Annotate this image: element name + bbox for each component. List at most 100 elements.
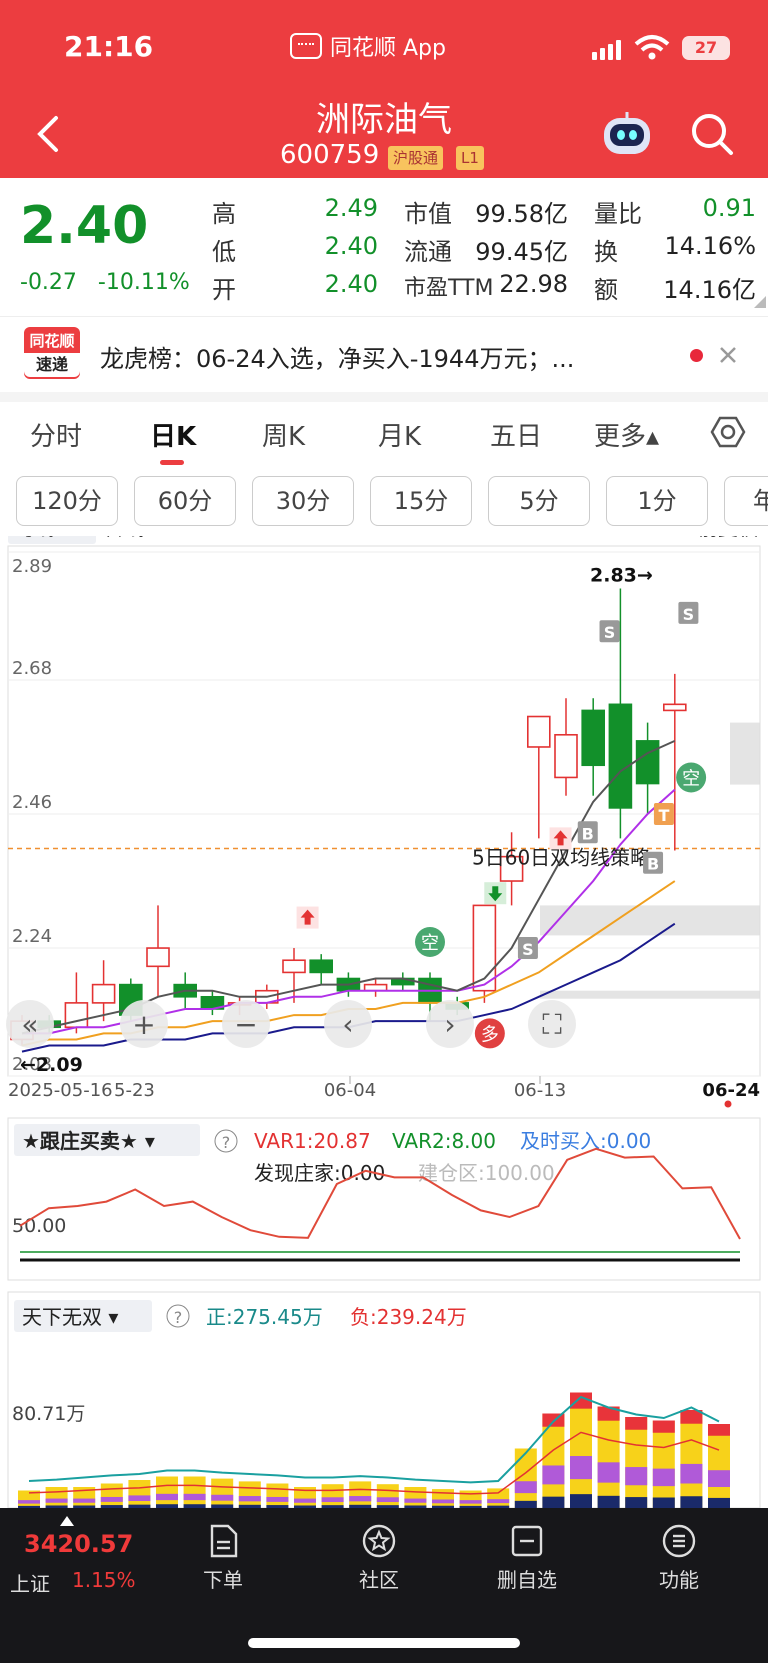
close-icon[interactable] [718, 345, 738, 365]
indicator2-bar [487, 1488, 510, 1508]
indicator1-var2: VAR2:8.00 [392, 1129, 496, 1153]
battery-icon: 27 [682, 36, 730, 60]
candle-body [662, 703, 687, 712]
badge-level: L1 [456, 146, 484, 170]
quote-value-high: 2.49 [324, 194, 378, 222]
indicator1-zone: 建仓区:100.00 [418, 1161, 555, 1185]
nav-order[interactable]: 下单 [178, 1520, 268, 1593]
date-axis-label: 06-24 [702, 1080, 760, 1101]
tab-five-day[interactable]: 五日 [490, 416, 542, 453]
chart-next-button-glyph: › [444, 1008, 455, 1041]
indicator2-bar-segment [432, 1499, 454, 1504]
indicator2-bar-top [708, 1424, 730, 1436]
price-axis-label: 2.24 [12, 926, 52, 947]
indicator2-bar-segment [514, 1481, 537, 1494]
nav-order-label: 下单 [203, 1568, 243, 1592]
tab-daily-k[interactable]: 日K [150, 416, 196, 453]
active-tab-indicator [160, 460, 184, 465]
kline-chart[interactable]: 均线 ▾ 日线 MA5:2.58 10:2.50 20:2.35 30:2.28 前复权 2.… [0, 536, 768, 1508]
price-axis-label: 2.89 [12, 556, 52, 577]
indicator2-bar-base [680, 1496, 703, 1508]
ma5-label: MA5:2.58 [164, 536, 259, 540]
indicator2-bar-segment [100, 1496, 123, 1502]
cellular-signal-icon [592, 40, 621, 60]
price-change: -0.27 -10.11% [20, 270, 190, 295]
tab-more[interactable]: 更多▴ [594, 416, 659, 453]
indicator2-bar-segment [597, 1462, 620, 1483]
period-120m-button[interactable]: 120分 [16, 476, 118, 526]
quote-label-volratio: 量比 [594, 200, 642, 228]
indicator2-bar [680, 1410, 703, 1508]
indicator1-found: 发现庄家:0.00 [254, 1161, 385, 1185]
indicator2-bar-segment [211, 1494, 234, 1501]
candle-body [282, 959, 306, 974]
nav-functions-label: 功能 [659, 1568, 699, 1592]
change-percent: -10.11% [97, 270, 190, 295]
index-percent: 1.15% [72, 1568, 136, 1592]
candle-body [526, 715, 551, 748]
period-year-button[interactable]: 年 [724, 476, 768, 526]
quote-value-low: 2.40 [324, 232, 378, 260]
indicator1-buy: 及时买入:0.00 [520, 1129, 651, 1153]
tab-intraday[interactable]: 分时 [30, 416, 82, 453]
status-app-label: 同花顺 App [330, 36, 446, 61]
indicator2-negative: 负:239.24万 [350, 1305, 467, 1329]
last-price: 2.40 [20, 196, 149, 256]
indicator2-bar [211, 1478, 234, 1508]
quote-value-turnover: 14.16% [664, 232, 756, 260]
indicator2-bar-segment [625, 1467, 648, 1486]
search-icon[interactable] [690, 112, 734, 156]
signal-long: 多 [481, 1024, 499, 1045]
indicator2-bar-base [514, 1500, 537, 1508]
nav-functions[interactable]: 功能 [634, 1520, 724, 1593]
unread-dot-icon [690, 349, 703, 362]
period-5m-button[interactable]: 5分 [488, 476, 590, 526]
indicator2-bar-segment [376, 1497, 399, 1503]
indicator2-bar-segment [404, 1498, 427, 1503]
tab-monthly-k[interactable]: 月K [378, 416, 421, 453]
indicator2-bar-segment [570, 1456, 592, 1480]
nav-remove-watchlist[interactable]: 删自选 [482, 1520, 572, 1593]
indicator2-bar-segment [156, 1493, 178, 1501]
period-60m-button[interactable]: 60分 [134, 476, 236, 526]
period-30m-button[interactable]: 30分 [252, 476, 354, 526]
index-value[interactable]: 3420.57 [24, 1530, 133, 1558]
signal-b-1: B [582, 824, 594, 843]
indicator2-bar-top [652, 1420, 675, 1433]
quote-value-open: 2.40 [324, 270, 378, 298]
news-strip[interactable]: 同花顺 速递 龙虎榜：06-24入选，净买入-1944万元；... [0, 316, 768, 392]
tab-weekly-k[interactable]: 周K [262, 416, 305, 453]
price-axis-label: 2.46 [12, 792, 52, 813]
period-1m-button[interactable]: 1分 [606, 476, 708, 526]
indicator2-bar [708, 1424, 730, 1508]
strategy-band-low [540, 990, 760, 999]
robot-assistant-icon[interactable] [600, 110, 654, 160]
signal-s-2: S [604, 623, 616, 642]
indicator2-level: 80.71万 [12, 1403, 85, 1425]
wifi-icon [634, 35, 670, 60]
bottom-nav: 3420.57 上证 1.15% 下单 社区 删自选 功能 [0, 1508, 768, 1663]
indicator2-bar [570, 1392, 592, 1508]
expand-corner-icon[interactable] [754, 296, 766, 308]
nav-community[interactable]: 社区 [334, 1520, 424, 1593]
functions-menu-icon [662, 1524, 696, 1558]
period-15m-button[interactable]: 15分 [370, 476, 472, 526]
quote-value-pe: 22.98 [499, 270, 568, 298]
news-logo: 同花顺 速递 [24, 327, 80, 379]
low-price-marker: ←2.09 [20, 1054, 83, 1076]
indicator2-bar-segment [542, 1465, 565, 1485]
ma10-label: 10:2.50 [284, 536, 361, 540]
candle-body [581, 709, 606, 767]
adjust-label: 前复权 [698, 536, 758, 540]
indicator2-bar [597, 1406, 620, 1508]
indicator2-bar-segment [321, 1497, 344, 1503]
settings-hexagon-icon[interactable] [710, 414, 746, 450]
news-text[interactable]: 龙虎榜：06-24入选，净买入-1944万元；... [100, 339, 660, 374]
indicator1-selector: ★跟庄买卖★ ▾ [22, 1129, 155, 1153]
ma30-label: 30:2.28 [480, 536, 557, 540]
quote-label-pe: 市盈TTM [404, 276, 494, 301]
indicator1-var1: VAR1:20.87 [254, 1129, 371, 1153]
indicator2-bar [376, 1484, 399, 1508]
news-logo-top: 同花顺 [29, 332, 75, 350]
candle-body [635, 740, 660, 785]
